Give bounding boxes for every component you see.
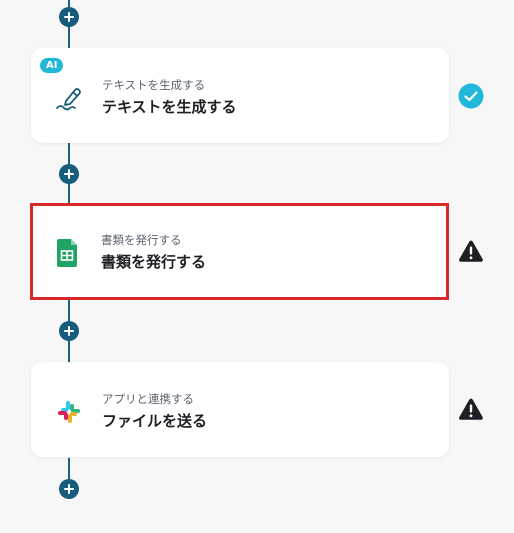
- ai-badge: AI: [40, 58, 64, 73]
- step-subtitle: 書類を発行する: [101, 233, 182, 247]
- slack-icon: [53, 396, 85, 428]
- add-step-button[interactable]: [59, 321, 79, 341]
- step-title: テキストを生成する: [102, 98, 237, 116]
- plus-icon: [64, 484, 74, 494]
- add-step-button[interactable]: [59, 164, 79, 184]
- plus-icon: [64, 12, 74, 22]
- add-step-button[interactable]: [59, 7, 79, 27]
- plus-icon: [64, 169, 74, 179]
- step-card-issue-document[interactable]: 書類を発行する 書類を発行する: [30, 203, 449, 300]
- complete-check-icon: [458, 83, 484, 109]
- plus-icon: [64, 326, 74, 336]
- step-title: 書類を発行する: [101, 253, 207, 271]
- warning-icon: [458, 396, 484, 422]
- step-subtitle: アプリと連携する: [102, 392, 194, 406]
- add-step-button[interactable]: [59, 479, 79, 499]
- pen-icon: [53, 82, 85, 114]
- step-card-send-file[interactable]: アプリと連携する ファイルを送る: [31, 362, 449, 457]
- step-title: ファイルを送る: [102, 412, 208, 430]
- google-sheets-icon: [52, 237, 84, 269]
- step-card-generate-text[interactable]: AI テキストを生成する テキストを生成する: [31, 48, 449, 143]
- warning-icon: [458, 238, 484, 264]
- step-subtitle: テキストを生成する: [102, 78, 206, 92]
